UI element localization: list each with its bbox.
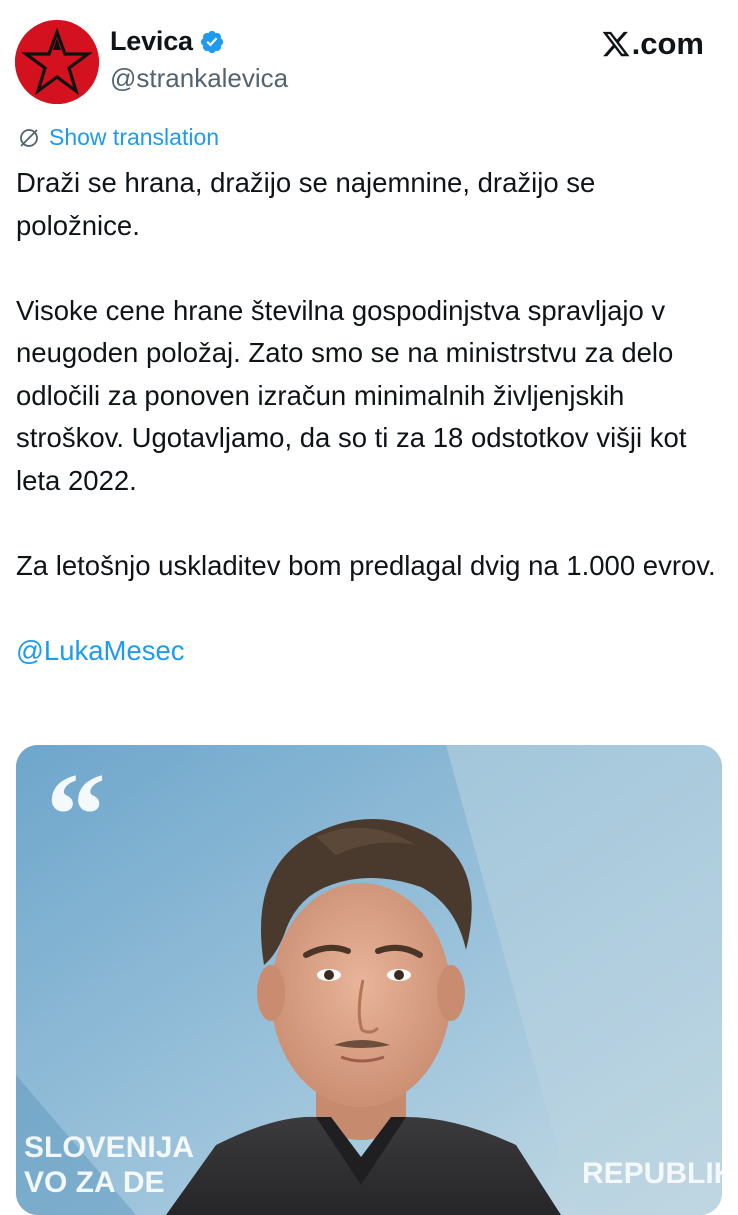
tweet-paragraph: Za letošnjo uskladitev bom predlagal dvi… — [16, 549, 716, 581]
tweet-paragraph: Visoke cene hrane številna gospodinjstva… — [16, 294, 687, 496]
show-translation-label[interactable]: Show translation — [49, 124, 219, 151]
tweet-text: Draži se hrana, dražijo se najemnine, dr… — [16, 162, 726, 672]
globe-icon — [17, 126, 41, 150]
tweet-paragraph: Draži se hrana, dražijo se najemnine, dr… — [16, 167, 596, 241]
handle[interactable]: @strankalevica — [110, 63, 288, 94]
backdrop-text-left-2: VO ZA DE — [24, 1166, 165, 1199]
x-logo-icon — [601, 29, 631, 59]
x-brand: .com — [601, 26, 704, 62]
name-row: Levica — [110, 26, 225, 57]
brand-domain: .com — [631, 26, 704, 61]
red-star-logo-icon — [15, 20, 99, 104]
backdrop-text-right: REPUBLIK — [582, 1157, 722, 1190]
verified-badge-icon — [199, 29, 225, 55]
show-translation-link[interactable]: Show translation — [17, 124, 219, 151]
media-image: “ SLOVENIJA VO ZA DE REPUBLIK — [16, 745, 722, 1215]
backdrop-text-left: SLOVENIJA — [24, 1131, 194, 1164]
display-name[interactable]: Levica — [110, 26, 193, 57]
quote-mark: “ — [46, 748, 106, 881]
tweet-header: Levica @strankalevica .com — [0, 0, 738, 120]
avatar[interactable] — [15, 20, 99, 104]
tweet-media[interactable]: “ SLOVENIJA VO ZA DE REPUBLIK — [16, 745, 722, 1215]
mention-link[interactable]: @LukaMesec — [16, 635, 185, 666]
